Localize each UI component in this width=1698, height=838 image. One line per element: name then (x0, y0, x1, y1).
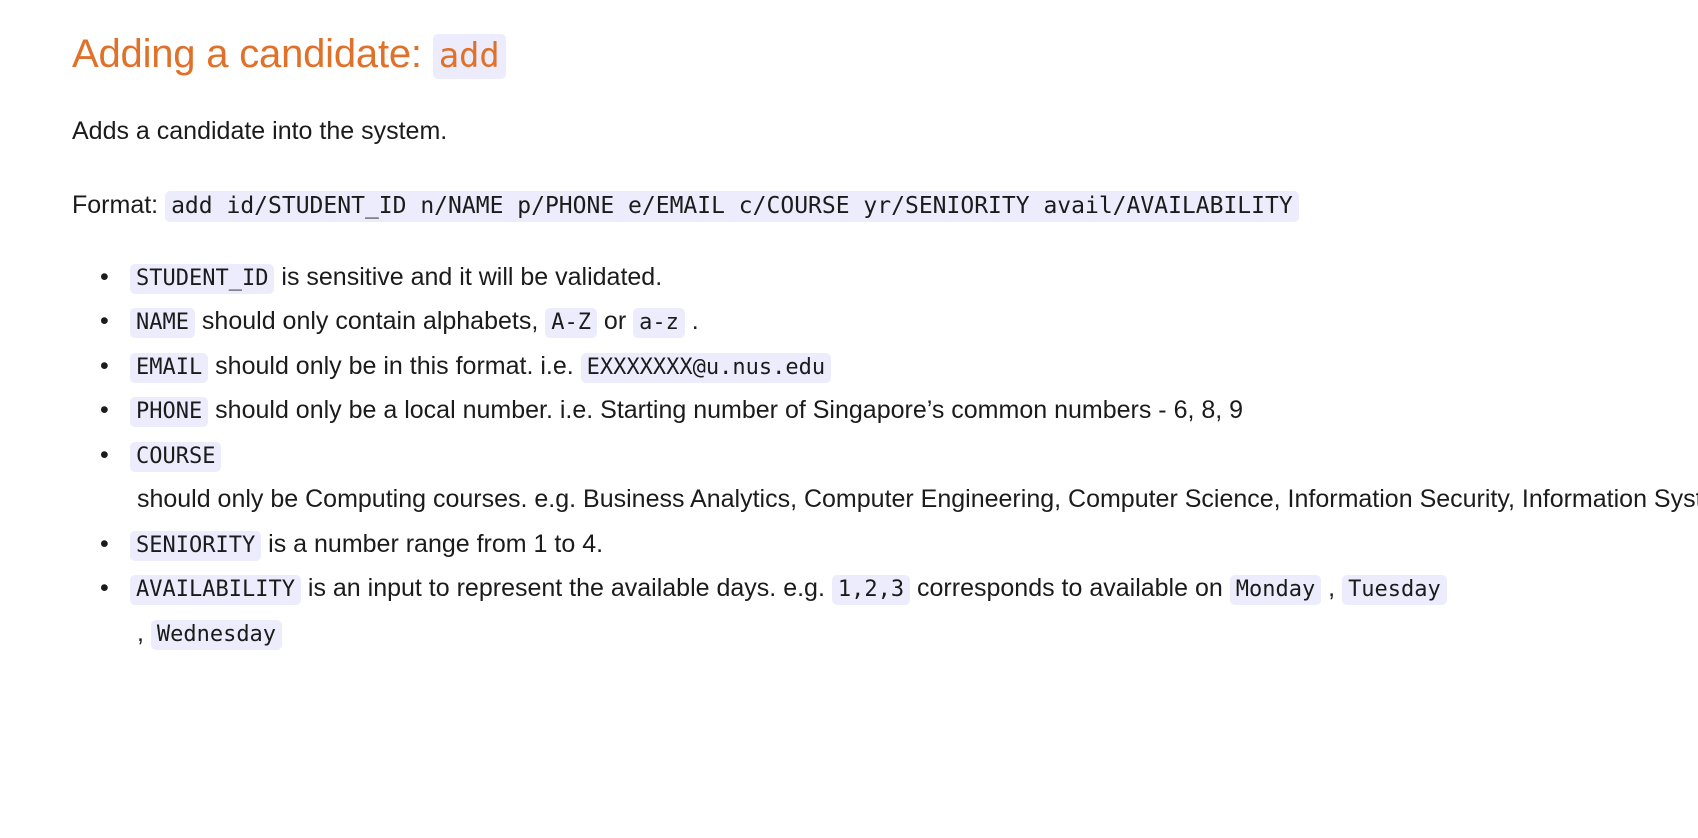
list-item-text: should only be Computing courses. e.g. B… (130, 485, 1698, 514)
field-code-name: NAME (130, 308, 195, 339)
field-code-student-id: STUDENT_ID (130, 263, 275, 294)
value-code-lowercase-range: a-z (633, 308, 685, 339)
field-code-availability: AVAILABILITY (130, 575, 301, 606)
field-code-course: COURSE (130, 441, 222, 472)
list-item-text: should only be in this format. i.e. (208, 351, 581, 380)
value-code-uppercase-range: A-Z (545, 308, 597, 339)
value-code-availability-example: 1,2,3 (831, 575, 911, 606)
format-paragraph: Format: add id/STUDENT_ID n/NAME p/PHONE… (72, 185, 1322, 229)
list-item-text: should only be a local number. i.e. Star… (208, 396, 1244, 425)
list-item: EMAIL should only be in this format. i.e… (100, 344, 1530, 389)
field-code-phone: PHONE (130, 397, 209, 428)
page-title-command-code: add (432, 34, 506, 79)
list-item: STUDENT_ID is sensitive and it will be v… (100, 255, 1530, 300)
list-item-text-mid: or (596, 307, 634, 336)
description-paragraph: Adds a candidate into the system. (72, 116, 448, 145)
list-item-separator: , (1321, 574, 1343, 603)
value-code-tuesday: Tuesday (1342, 575, 1447, 606)
constraints-list: STUDENT_ID is sensitive and it will be v… (72, 255, 1698, 656)
list-item: COURSE should only be Computing courses.… (100, 433, 1698, 522)
list-item: AVAILABILITY is an input to represent th… (100, 566, 1530, 655)
list-item-separator: , (130, 618, 151, 647)
list-item-text-mid: corresponds to available on (910, 574, 1230, 603)
field-code-seniority: SENIORITY (130, 530, 262, 561)
list-item: PHONE should only be a local number. i.e… (100, 388, 1530, 433)
documentation-page: Adding a candidate: add Adds a candidate… (0, 0, 1698, 655)
value-code-email-format: EXXXXXXX@u.nus.edu (580, 352, 832, 383)
list-item-text: is sensitive and it will be validated. (274, 262, 663, 291)
value-code-monday: Monday (1229, 575, 1322, 606)
page-title: Adding a candidate: add (72, 30, 1628, 79)
page-title-text: Adding a candidate: (72, 32, 422, 76)
value-code-wednesday: Wednesday (150, 619, 283, 650)
list-item-text: is an input to represent the available d… (300, 574, 832, 603)
field-code-email: EMAIL (130, 352, 209, 383)
list-item-text: is a number range from 1 to 4. (261, 529, 604, 558)
list-item-text-tail: . (684, 307, 699, 336)
list-item: SENIORITY is a number range from 1 to 4. (100, 522, 1530, 567)
format-label: Format: (72, 191, 159, 220)
format-command-code: add id/STUDENT_ID n/NAME p/PHONE e/EMAIL… (165, 191, 1299, 223)
list-item-text: should only contain alphabets, (194, 307, 546, 336)
list-item: NAME should only contain alphabets, A-Z … (100, 299, 1530, 344)
